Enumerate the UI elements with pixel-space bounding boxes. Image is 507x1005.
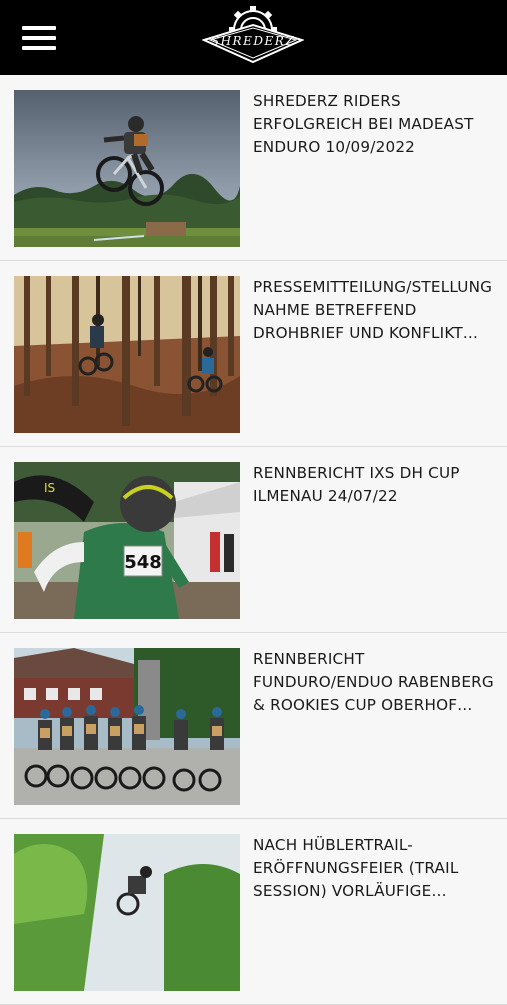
post-thumbnail[interactable] — [14, 276, 240, 433]
hamburger-menu-icon[interactable] — [22, 26, 56, 50]
post-title[interactable]: SHREDERZ RIDERS ERFOLGREICH BEI MADEAST … — [253, 90, 498, 159]
svg-text:548: 548 — [124, 552, 162, 573]
kids-group-photo — [14, 648, 240, 805]
post-title[interactable]: RENNBERICHT FUNDURO/ENDUO RABENBERG & RO… — [253, 648, 498, 717]
post-thumbnail[interactable] — [14, 834, 240, 991]
post-thumbnail[interactable]: IS 548 — [14, 462, 240, 619]
post-title[interactable]: NACH HÜBLERTRAIL-ERÖFFNUNGSFEIER (TRAIL … — [253, 834, 498, 903]
post-card[interactable]: NACH HÜBLERTRAIL-ERÖFFNUNGSFEIER (TRAIL … — [0, 819, 507, 1005]
post-card[interactable]: IS 548 RENNBERICHT IXS DH CUP ILMENAU 24… — [0, 447, 507, 633]
svg-text:IS: IS — [44, 481, 55, 495]
post-thumbnail[interactable] — [14, 648, 240, 805]
jumping-rider-photo — [14, 90, 240, 247]
race-number-rider-photo: IS 548 — [14, 462, 240, 619]
forest-riders-photo — [14, 276, 240, 433]
post-title[interactable]: PRESSEMITTEILUNG/STELLUNG NAHME BETREFFE… — [253, 276, 498, 345]
svg-text:SHREDERZ: SHREDERZ — [211, 34, 295, 48]
post-thumbnail[interactable] — [14, 90, 240, 247]
post-title[interactable]: RENNBERICHT IXS DH CUP ILMENAU 24/07/22 — [253, 462, 498, 508]
post-list: SHREDERZ RIDERS ERFOLGREICH BEI MADEAST … — [0, 75, 507, 1005]
post-card[interactable]: RENNBERICHT FUNDURO/ENDUO RABENBERG & RO… — [0, 633, 507, 819]
app-header: SHREDERZ — [0, 0, 507, 75]
post-card[interactable]: PRESSEMITTEILUNG/STELLUNG NAHME BETREFFE… — [0, 261, 507, 447]
post-card[interactable]: SHREDERZ RIDERS ERFOLGREICH BEI MADEAST … — [0, 75, 507, 261]
shrederz-logo[interactable]: SHREDERZ — [202, 4, 304, 70]
trail-session-photo — [14, 834, 240, 991]
